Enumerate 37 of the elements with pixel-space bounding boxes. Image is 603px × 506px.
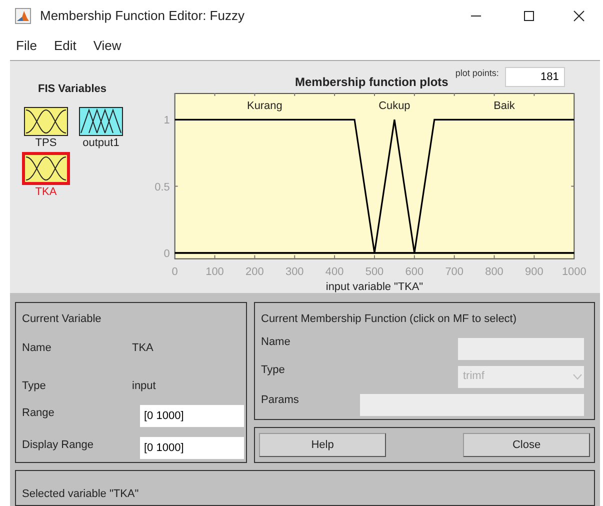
field-label: Type: [261, 362, 285, 378]
field-label: Range: [22, 406, 56, 420]
panel-title: Current Variable: [22, 312, 102, 327]
x-tick-label: 300: [286, 266, 304, 278]
x-tick-label: 100: [206, 266, 224, 278]
x-tick-label: 500: [365, 266, 384, 278]
field-label: Params: [261, 392, 299, 408]
x-tick-label: 0: [172, 266, 178, 278]
y-tick-label: 0: [164, 248, 170, 260]
field-label: Display Range: [22, 438, 95, 453]
x-tick-label: 1000: [562, 266, 586, 278]
y-tick-label: 1: [164, 114, 170, 126]
field-label: Name: [261, 334, 290, 350]
x-tick-label: 200: [246, 266, 264, 278]
x-tick-label: 800: [485, 266, 504, 278]
membership-label: Kurang: [247, 100, 282, 112]
field-label: Name: [22, 340, 52, 356]
plot-title: Membership function plots: [295, 74, 448, 91]
variable-name: TKA: [132, 340, 154, 356]
x-tick-label: 400: [325, 266, 344, 278]
panel-title: Current Membership Function (click on MF to select): [261, 312, 518, 327]
x-axis-label: input variable "TKA": [326, 281, 424, 293]
status-text: Selected variable "TKA": [22, 488, 139, 500]
variable-label: output1: [82, 136, 120, 150]
x-tick-label: 700: [445, 266, 464, 278]
variable-label: TPS: [35, 136, 57, 150]
membership-label: Cukup: [378, 100, 410, 112]
x-tick-label: 600: [405, 266, 424, 278]
variable-type: input: [132, 379, 157, 394]
plot-points-label: plot points:: [455, 67, 499, 80]
x-tick-label: 900: [525, 266, 544, 278]
y-tick-label: 0.5: [154, 181, 170, 194]
window-title: Membership Function Editor: Fuzzy: [40, 7, 244, 26]
membership-label: Baik: [494, 100, 515, 112]
variable-label: TKA: [35, 184, 57, 198]
field-label: Type: [22, 379, 47, 394]
section-title: FIS Variables: [38, 82, 106, 97]
